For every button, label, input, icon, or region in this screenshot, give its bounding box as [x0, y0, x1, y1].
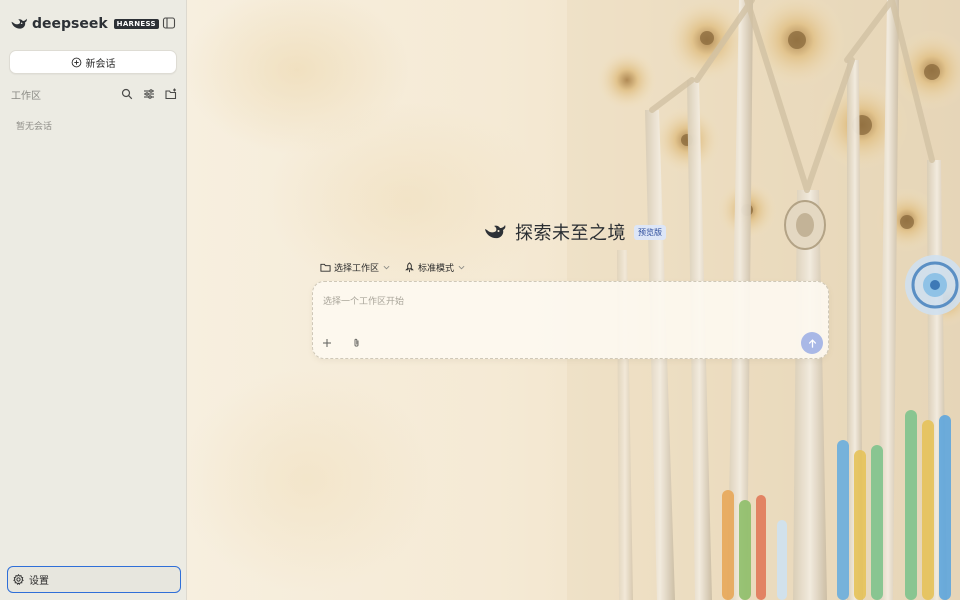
brand-badge: HARNESS	[113, 19, 159, 29]
settings-button[interactable]: 设置	[7, 566, 181, 593]
workspace-label: 工作区	[11, 90, 41, 102]
whale-logo-icon	[11, 18, 27, 29]
empty-conversations: 暂无会话	[16, 122, 53, 132]
folder-icon	[320, 263, 331, 272]
rocket-icon	[405, 261, 414, 272]
workspace-selector-label: 选择工作区	[334, 263, 380, 274]
filter-icon[interactable]	[143, 88, 155, 100]
sidebar: deepseek HARNESS 新会话 工作区 暂无会话 设置	[0, 0, 187, 600]
new-chat-button[interactable]: 新会话	[9, 50, 177, 74]
brand-logo[interactable]: deepseek HARNESS	[10, 14, 159, 34]
gear-icon	[13, 574, 24, 585]
send-button[interactable]	[801, 332, 823, 354]
search-icon[interactable]	[121, 88, 133, 100]
settings-label: 设置	[29, 576, 49, 587]
arrow-up-icon	[808, 338, 816, 348]
plus-icon[interactable]	[321, 337, 333, 349]
chevron-down-icon	[458, 265, 465, 269]
sidebar-toggle-icon[interactable]	[162, 16, 176, 30]
preview-badge: 预览版	[634, 224, 666, 240]
workspace-selector[interactable]: 选择工作区	[320, 261, 390, 274]
page-title: 探索未至之境	[515, 223, 626, 244]
brand-name: deepseek	[32, 16, 108, 32]
composer[interactable]: 选择一个工作区开始	[312, 281, 829, 359]
plus-circle-icon	[71, 57, 81, 67]
new-folder-icon[interactable]	[165, 88, 177, 100]
composer-input[interactable]: 选择一个工作区开始	[323, 294, 404, 307]
workspace-header: 工作区	[11, 86, 177, 102]
hero-title: 探索未至之境 预览版	[483, 219, 666, 245]
selector-row: 选择工作区 标准模式	[320, 259, 479, 275]
whale-logo-icon	[485, 225, 506, 239]
main-area: 探索未至之境 预览版 选择工作区 标准模式 选择一个工作区开始	[187, 0, 960, 600]
new-chat-label: 新会话	[85, 58, 116, 70]
chevron-down-icon	[383, 265, 390, 269]
paperclip-icon[interactable]	[350, 337, 362, 349]
mode-selector-label: 标准模式	[418, 263, 455, 274]
mode-selector[interactable]: 标准模式	[404, 261, 465, 274]
